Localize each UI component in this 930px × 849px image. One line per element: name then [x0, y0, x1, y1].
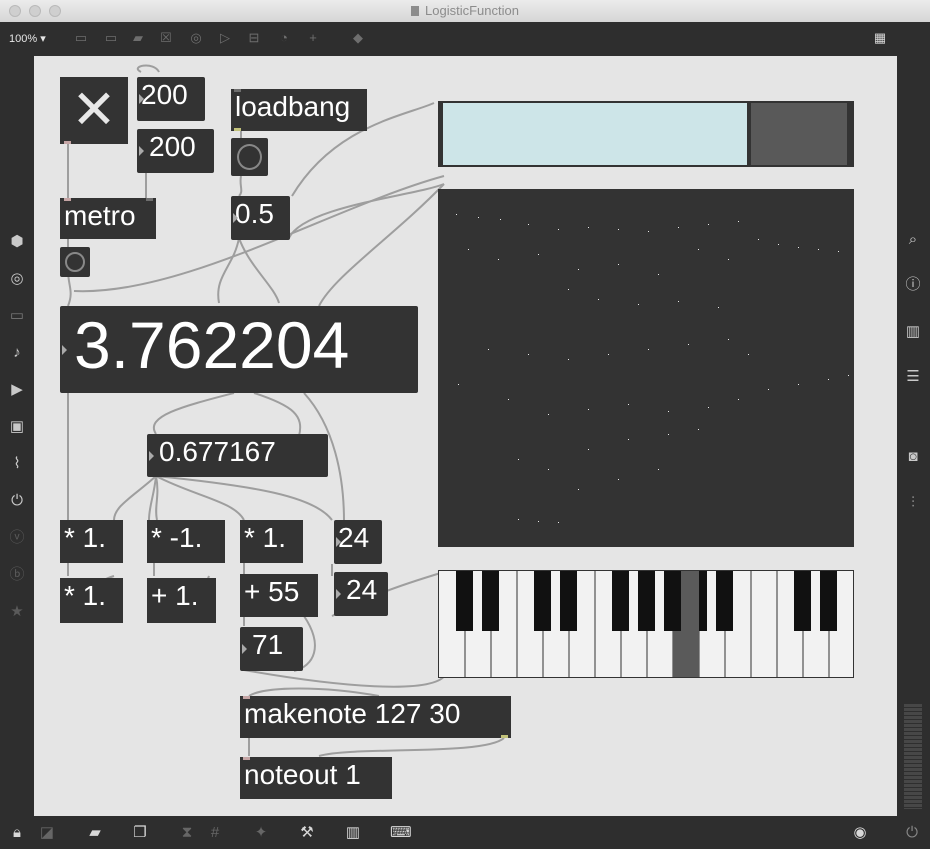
plug-icon[interactable]: ⏻ [8, 492, 26, 510]
bang-button-loadbang[interactable] [231, 138, 268, 176]
big-number-box[interactable]: 3.762204 [60, 306, 418, 393]
list-icon[interactable]: ☰ [904, 368, 922, 386]
play-tool-icon[interactable]: ▷ [217, 30, 233, 46]
cube-icon[interactable]: ⬢ [8, 233, 26, 251]
window-title: LogisticFunction [425, 3, 519, 18]
document-icon [411, 6, 420, 16]
noteout-object[interactable]: noteout 1 [240, 757, 392, 799]
toggle-tool-icon[interactable]: ☒ [158, 30, 174, 46]
number-box-24-b[interactable]: 24 [334, 572, 388, 616]
image-icon[interactable]: ▣ [8, 418, 26, 436]
dial-tool-icon[interactable]: ◔ [276, 30, 292, 46]
piano-keyboard[interactable] [438, 570, 854, 678]
new-message-icon[interactable]: ▭ [103, 30, 119, 46]
paperclip-icon[interactable]: ⌇ [8, 455, 26, 473]
grid-snap-icon[interactable]: # [206, 824, 224, 842]
multiply-object-a[interactable]: * 1. [60, 520, 123, 563]
add-object-icon[interactable]: + [305, 30, 321, 46]
layers-icon[interactable]: ❐ [131, 824, 149, 842]
search-icon[interactable]: ⌕ [904, 231, 922, 249]
lock-icon[interactable]: 🔒︎ [8, 824, 26, 842]
mixer-icon[interactable]: ⫶ [904, 494, 922, 512]
b-icon[interactable]: ⓑ [8, 566, 26, 584]
music-note-icon[interactable]: ♪ [8, 344, 26, 362]
v-icon[interactable]: ⓥ [8, 529, 26, 547]
multiply-object-c[interactable]: * 1. [240, 520, 303, 563]
piano-keys [456, 571, 837, 677]
number-box-0-677167[interactable]: 0.677167 [147, 434, 328, 477]
scope-display [438, 189, 854, 547]
right-sidebar: ⌕ ⓘ ▥ ☰ ◙ ⫶ [897, 56, 930, 816]
scope-points [456, 214, 849, 523]
metro-object[interactable]: metro [60, 198, 156, 239]
info-icon[interactable]: ⓘ [904, 276, 922, 294]
hide-icon[interactable]: ⧗ [178, 824, 196, 842]
transport-icon[interactable]: ◉ [851, 824, 869, 842]
target-icon[interactable]: ◎ [8, 270, 26, 288]
zoom-level: 100% [9, 33, 38, 45]
button-tool-icon[interactable]: ◎ [188, 30, 204, 46]
slider-track [443, 103, 747, 165]
power-icon[interactable]: ⏻ [903, 824, 921, 842]
comment-icon[interactable]: ▰ [86, 824, 104, 842]
add-55-object[interactable]: + 55 [240, 574, 318, 617]
add-1-object[interactable]: + 1. [147, 578, 216, 623]
bang-button-metro[interactable] [60, 247, 90, 277]
slider-tool-icon[interactable]: ⊟ [246, 30, 262, 46]
playlist-icon[interactable]: ▶ [8, 381, 26, 399]
paint-bucket-icon[interactable]: ◆ [350, 30, 366, 46]
horizontal-slider[interactable] [438, 101, 854, 167]
book-icon[interactable]: ▥ [904, 323, 922, 341]
wrench-icon[interactable]: ⚒ [298, 824, 316, 842]
number-box-0-5[interactable]: 0.5 [231, 196, 290, 240]
multiply-object-b[interactable]: * 1. [60, 578, 123, 623]
makenote-object[interactable]: makenote 127 30 [240, 696, 511, 738]
number-box-24-a[interactable]: 24 [334, 520, 382, 564]
presentation-icon[interactable]: ◪ [38, 824, 56, 842]
level-meter [904, 704, 922, 809]
keyboard-icon[interactable]: ⌨ [390, 824, 412, 842]
number-box-200-a[interactable]: 200 [137, 77, 205, 121]
grid-icon[interactable]: ▦ [872, 30, 888, 46]
toggle-x-icon: ✕ [71, 80, 117, 140]
loadbang-object[interactable]: loadbang [231, 89, 367, 131]
zoom-menu[interactable]: 100% ▾ [9, 32, 46, 45]
debug-icon[interactable]: ✦ [252, 824, 270, 842]
camera-icon[interactable]: ◙ [904, 448, 922, 466]
toggle[interactable]: ✕ [60, 77, 128, 144]
window-titlebar: LogisticFunction [0, 0, 930, 23]
left-sidebar: ⬢ ◎ ▭ ♪ ▶ ▣ ⌇ ⏻ ⓥ ⓑ ★ [0, 56, 34, 816]
new-object-icon[interactable]: ▭ [73, 30, 89, 46]
slider-knob [751, 103, 847, 165]
number-box-71[interactable]: 71 [240, 627, 303, 671]
patcher-canvas[interactable]: ✕ 200 200 loadbang metro 0.5 3.762204 0.… [34, 56, 897, 816]
bar-icon[interactable]: ▭ [8, 307, 26, 325]
piano-icon[interactable]: ▥ [344, 824, 362, 842]
patcher-toolbar: 100% ▾ ▭ ▭ ▰ ☒ ◎ ▷ ⊟ ◔ + ◆ ▦ [0, 22, 930, 56]
new-comment-icon[interactable]: ▰ [130, 30, 146, 46]
number-box-200-b[interactable]: 200 [137, 129, 214, 173]
multiply-neg1-object[interactable]: * -1. [147, 520, 225, 563]
bottom-toolbar: 🔒︎ ◪ ▰ ❐ ⧗ # ✦ ⚒ ▥ ⌨ ◉ ⏻ [0, 816, 930, 849]
star-icon[interactable]: ★ [8, 603, 26, 621]
